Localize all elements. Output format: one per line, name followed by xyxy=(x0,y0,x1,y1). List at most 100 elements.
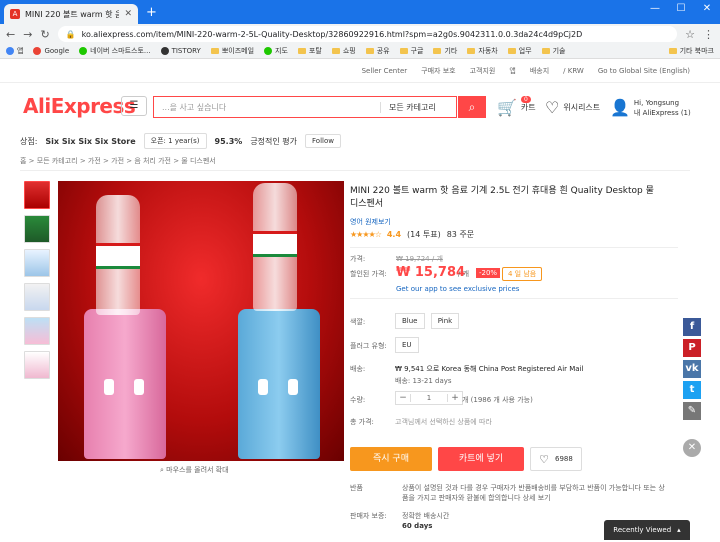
bookmark-other[interactable]: 기타 북마크 xyxy=(668,46,714,56)
color-option-blue[interactable]: Blue xyxy=(395,313,425,329)
thumbnail-6[interactable] xyxy=(24,351,50,379)
bookmark-folder-shopping[interactable]: 쇼핑 xyxy=(331,46,356,56)
translate-link[interactable]: 영어 원제보기 xyxy=(350,217,391,227)
search-category-select[interactable]: 모든 카테고리 xyxy=(380,101,456,113)
thumbnail-3[interactable] xyxy=(24,249,50,277)
thumbnail-5[interactable] xyxy=(24,317,50,345)
search-input[interactable]: ...을 사고 싶습니다 xyxy=(154,102,380,113)
thumbnail-1[interactable] xyxy=(24,181,50,209)
minus-icon[interactable]: − xyxy=(396,393,410,403)
wishlist-button[interactable]: ♡ 위시리스트 xyxy=(545,98,600,117)
twitter-icon[interactable]: t xyxy=(683,381,701,399)
close-share-icon[interactable]: ✕ xyxy=(683,439,701,457)
new-tab-icon[interactable]: + xyxy=(146,5,157,20)
shipping-label: 배송: xyxy=(350,365,366,373)
follow-button[interactable]: Follow xyxy=(305,134,341,148)
protect-label: 판매자 보증: xyxy=(350,512,387,520)
wishlist-label: 위시리스트 xyxy=(563,103,601,112)
bookmark-folder-tech[interactable]: 기술 xyxy=(541,46,565,56)
quantity-note: 개 (1986 개 사용 가능) xyxy=(462,396,533,404)
plus-icon[interactable]: + xyxy=(448,393,462,403)
review-count[interactable]: (14 투표) xyxy=(407,229,441,240)
my-aliexpress: 내 AliExpress (1) xyxy=(633,109,691,117)
address-bar[interactable]: 🔒 ko.aliexpress.com/item/MINI-220-warm-2… xyxy=(57,26,678,42)
bookmarks-bar: 앱 Google 네이버 스마트스토... TISTORY 뽀이즈메일 지도 포… xyxy=(0,44,720,59)
aliexpress-favicon-icon: A xyxy=(10,9,20,19)
color-option-pink[interactable]: Pink xyxy=(430,313,460,329)
store-name[interactable]: Six Six Six Six Store xyxy=(45,137,135,146)
forward-icon[interactable]: → xyxy=(23,28,32,41)
bookmark-naver[interactable]: 네이버 스마트스토... xyxy=(79,46,151,56)
facebook-icon[interactable]: f xyxy=(683,318,701,336)
bookmark-folder-etc[interactable]: 기타 xyxy=(433,46,457,56)
browser-tab[interactable]: A MINI 220 볼트 warm 핫 음료 ... ✕ xyxy=(4,4,138,24)
edit-icon[interactable]: ✎ xyxy=(683,402,701,420)
ship-to-link[interactable]: 배송지 xyxy=(530,66,549,76)
heart-icon: ♡ xyxy=(545,98,560,117)
plug-option-eu[interactable]: EU xyxy=(395,337,423,353)
breadcrumb[interactable]: 홈 > 모든 카테고리 > 가전 > 가전 > 음 처리 가전 > 물 디스펜서 xyxy=(20,153,216,169)
pinterest-icon[interactable]: P xyxy=(683,339,701,357)
store-bar: 상점: Six Six Six Six Store 오픈: 1 year(s) … xyxy=(0,129,720,153)
bookmark-folder-work[interactable]: 업무 xyxy=(507,46,532,56)
reload-icon[interactable]: ↻ xyxy=(40,28,49,41)
store-rating-label[interactable]: 긍정적인 평가 xyxy=(250,136,297,147)
tab-close-icon[interactable]: ✕ xyxy=(124,9,132,19)
search-icon[interactable]: ⌕ xyxy=(458,96,486,118)
add-to-cart-button[interactable]: 카트에 넣기 xyxy=(438,447,524,471)
total-note: 고객님께서 선택하신 상품에 따라 xyxy=(395,418,492,426)
category-menu-icon[interactable]: ☰ xyxy=(121,96,147,116)
minimize-icon[interactable]: — xyxy=(644,3,666,14)
vk-icon[interactable]: vk xyxy=(683,360,701,378)
discount-badge: -20% xyxy=(476,268,501,278)
menu-dots-icon[interactable]: ⋮ xyxy=(703,28,714,41)
product-image[interactable] xyxy=(58,181,344,461)
bookmark-google[interactable]: Google xyxy=(33,47,69,55)
price-label: 가격: xyxy=(350,255,366,263)
thumbnail-2[interactable] xyxy=(24,215,50,243)
seller-center-link[interactable]: Seller Center xyxy=(362,67,408,75)
aliexpress-logo[interactable]: AliExpress xyxy=(23,94,136,118)
browser-navbar: ← → ↻ 🔒 ko.aliexpress.com/item/MINI-220-… xyxy=(0,24,720,44)
bookmark-star-icon[interactable]: ☆ xyxy=(685,28,695,41)
quantity-label: 수량: xyxy=(350,396,366,404)
account-button[interactable]: 👤 Hi, Yongsung 내 AliExpress (1) xyxy=(610,98,691,118)
thumbnail-list xyxy=(24,181,52,385)
back-icon[interactable]: ← xyxy=(6,28,15,41)
store-rating: 95.3% xyxy=(214,136,243,146)
water-bottle xyxy=(96,195,140,315)
window-close-icon[interactable]: ✕ xyxy=(696,3,718,14)
search-box[interactable]: ...을 사고 싶습니다 모든 카테고리 xyxy=(153,96,457,118)
bookmark-apps[interactable]: 앱 xyxy=(6,46,23,56)
browser-titlebar: A MINI 220 볼트 warm 핫 음료 ... ✕ + — ☐ ✕ xyxy=(0,0,720,24)
bookmark-map[interactable]: 지도 xyxy=(264,46,288,56)
cart-label: 카트 xyxy=(520,103,536,112)
add-wishlist-button[interactable]: ♡ 6988 xyxy=(530,447,582,471)
bookmark-mail[interactable]: 뽀이즈메일 xyxy=(210,46,254,56)
currency-link[interactable]: / KRW xyxy=(563,67,584,75)
bookmark-folder-google[interactable]: 구글 xyxy=(399,46,423,56)
shipping-method[interactable]: ₩ 9,541 으로 Korea 동해 China Post Registere… xyxy=(395,364,583,374)
buy-now-button[interactable]: 즉시 구매 xyxy=(350,447,432,471)
bookmark-folder-share[interactable]: 공유 xyxy=(365,46,390,56)
price-unit: / 개 xyxy=(458,270,470,278)
bookmark-folder-car[interactable]: 자동차 xyxy=(467,46,498,56)
social-share-bar: f P vk t ✎ xyxy=(683,318,701,423)
maximize-icon[interactable]: ☐ xyxy=(670,3,692,14)
bookmark-tistory[interactable]: TISTORY xyxy=(160,47,201,55)
zoom-hint: ⌕ 마우스를 올려서 확대 xyxy=(160,466,229,474)
bookmark-folder-portal[interactable]: 포탈 xyxy=(297,46,322,56)
global-site-link[interactable]: Go to Global Site (English) xyxy=(598,67,690,75)
lock-icon: 🔒 xyxy=(65,29,76,39)
quantity-value[interactable]: 1 xyxy=(410,394,448,402)
recently-viewed-button[interactable]: Recently Viewed ▴ xyxy=(604,520,690,540)
user-icon: 👤 xyxy=(610,98,630,117)
app-link[interactable]: 앱 xyxy=(509,66,515,76)
support-link[interactable]: 고객지원 xyxy=(470,66,496,76)
quantity-stepper[interactable]: −1 + xyxy=(395,391,463,405)
buyer-protection-link[interactable]: 구매자 보호 xyxy=(421,66,455,76)
cart-button[interactable]: 🛒 0 카트 xyxy=(497,96,536,117)
app-price-link[interactable]: Get our app to see exclusive prices xyxy=(396,285,519,293)
translate-row: 영어 원제보기 xyxy=(350,217,391,227)
thumbnail-4[interactable] xyxy=(24,283,50,311)
